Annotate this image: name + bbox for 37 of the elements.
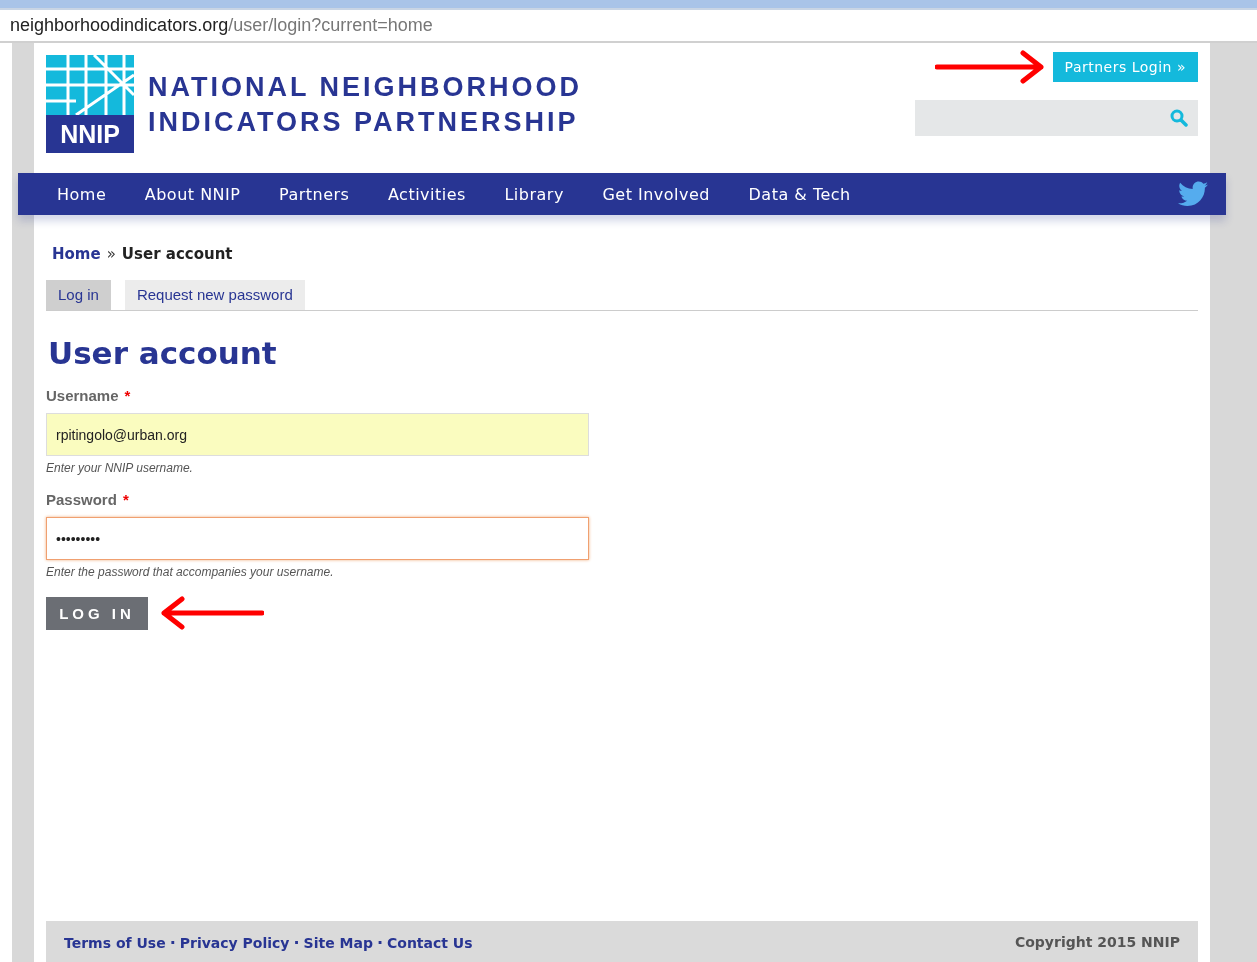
logo-text: INDICATORS PARTNERSHIP (148, 106, 580, 139)
page-title: User account (48, 335, 278, 371)
tab[interactable]: Request new password (124, 280, 305, 310)
nav-link[interactable]: Get Involved (587, 184, 734, 204)
logo-text: NATIONAL NEIGHBORHOOD (148, 71, 582, 104)
copyright-text: Copyright 2015 NNIP (1014, 934, 1180, 950)
footer-separator: · (293, 932, 300, 952)
footer-link[interactable]: Privacy Policy (179, 934, 290, 951)
breadcrumb-separator: » (106, 245, 116, 263)
logo-mark: NNIP (46, 115, 134, 153)
input-field[interactable]: rpitingolo@urban.org (46, 413, 589, 456)
footer-separator: · (376, 932, 383, 952)
field-description: Enter your NNIP username. (46, 461, 194, 475)
breadcrumb-current: User account (121, 245, 233, 263)
search-icon[interactable] (1170, 109, 1188, 127)
required-mark: * (124, 387, 131, 404)
nav-link[interactable]: Data & Tech (733, 184, 875, 204)
footer-link[interactable]: Contact Us (387, 934, 473, 951)
nav-link[interactable]: Partners (263, 184, 373, 204)
field-label: Password (46, 491, 117, 508)
bird-icon[interactable] (1178, 181, 1208, 207)
breadcrumb-link[interactable]: Home (52, 245, 101, 263)
footer-link[interactable]: Site Map (303, 934, 373, 951)
nav-link[interactable]: Activities (372, 184, 490, 204)
nav-link[interactable]: Home (42, 184, 130, 204)
footer-link[interactable]: Terms of Use (64, 934, 166, 951)
field-label: Username (46, 387, 119, 404)
log-in-button[interactable]: LOG IN (46, 596, 148, 630)
footer-separator: · (169, 932, 176, 952)
field-description: Enter the password that accompanies your username. (46, 565, 335, 579)
required-mark: * (122, 491, 129, 508)
search-field[interactable] (915, 100, 1198, 136)
logo-grid-icon (46, 55, 134, 115)
nav-link[interactable]: About NNIP (129, 184, 264, 204)
nav-link[interactable]: Library (489, 184, 588, 204)
tab[interactable]: Log in (46, 280, 111, 310)
input-field[interactable]: ••••••••• (46, 517, 589, 560)
